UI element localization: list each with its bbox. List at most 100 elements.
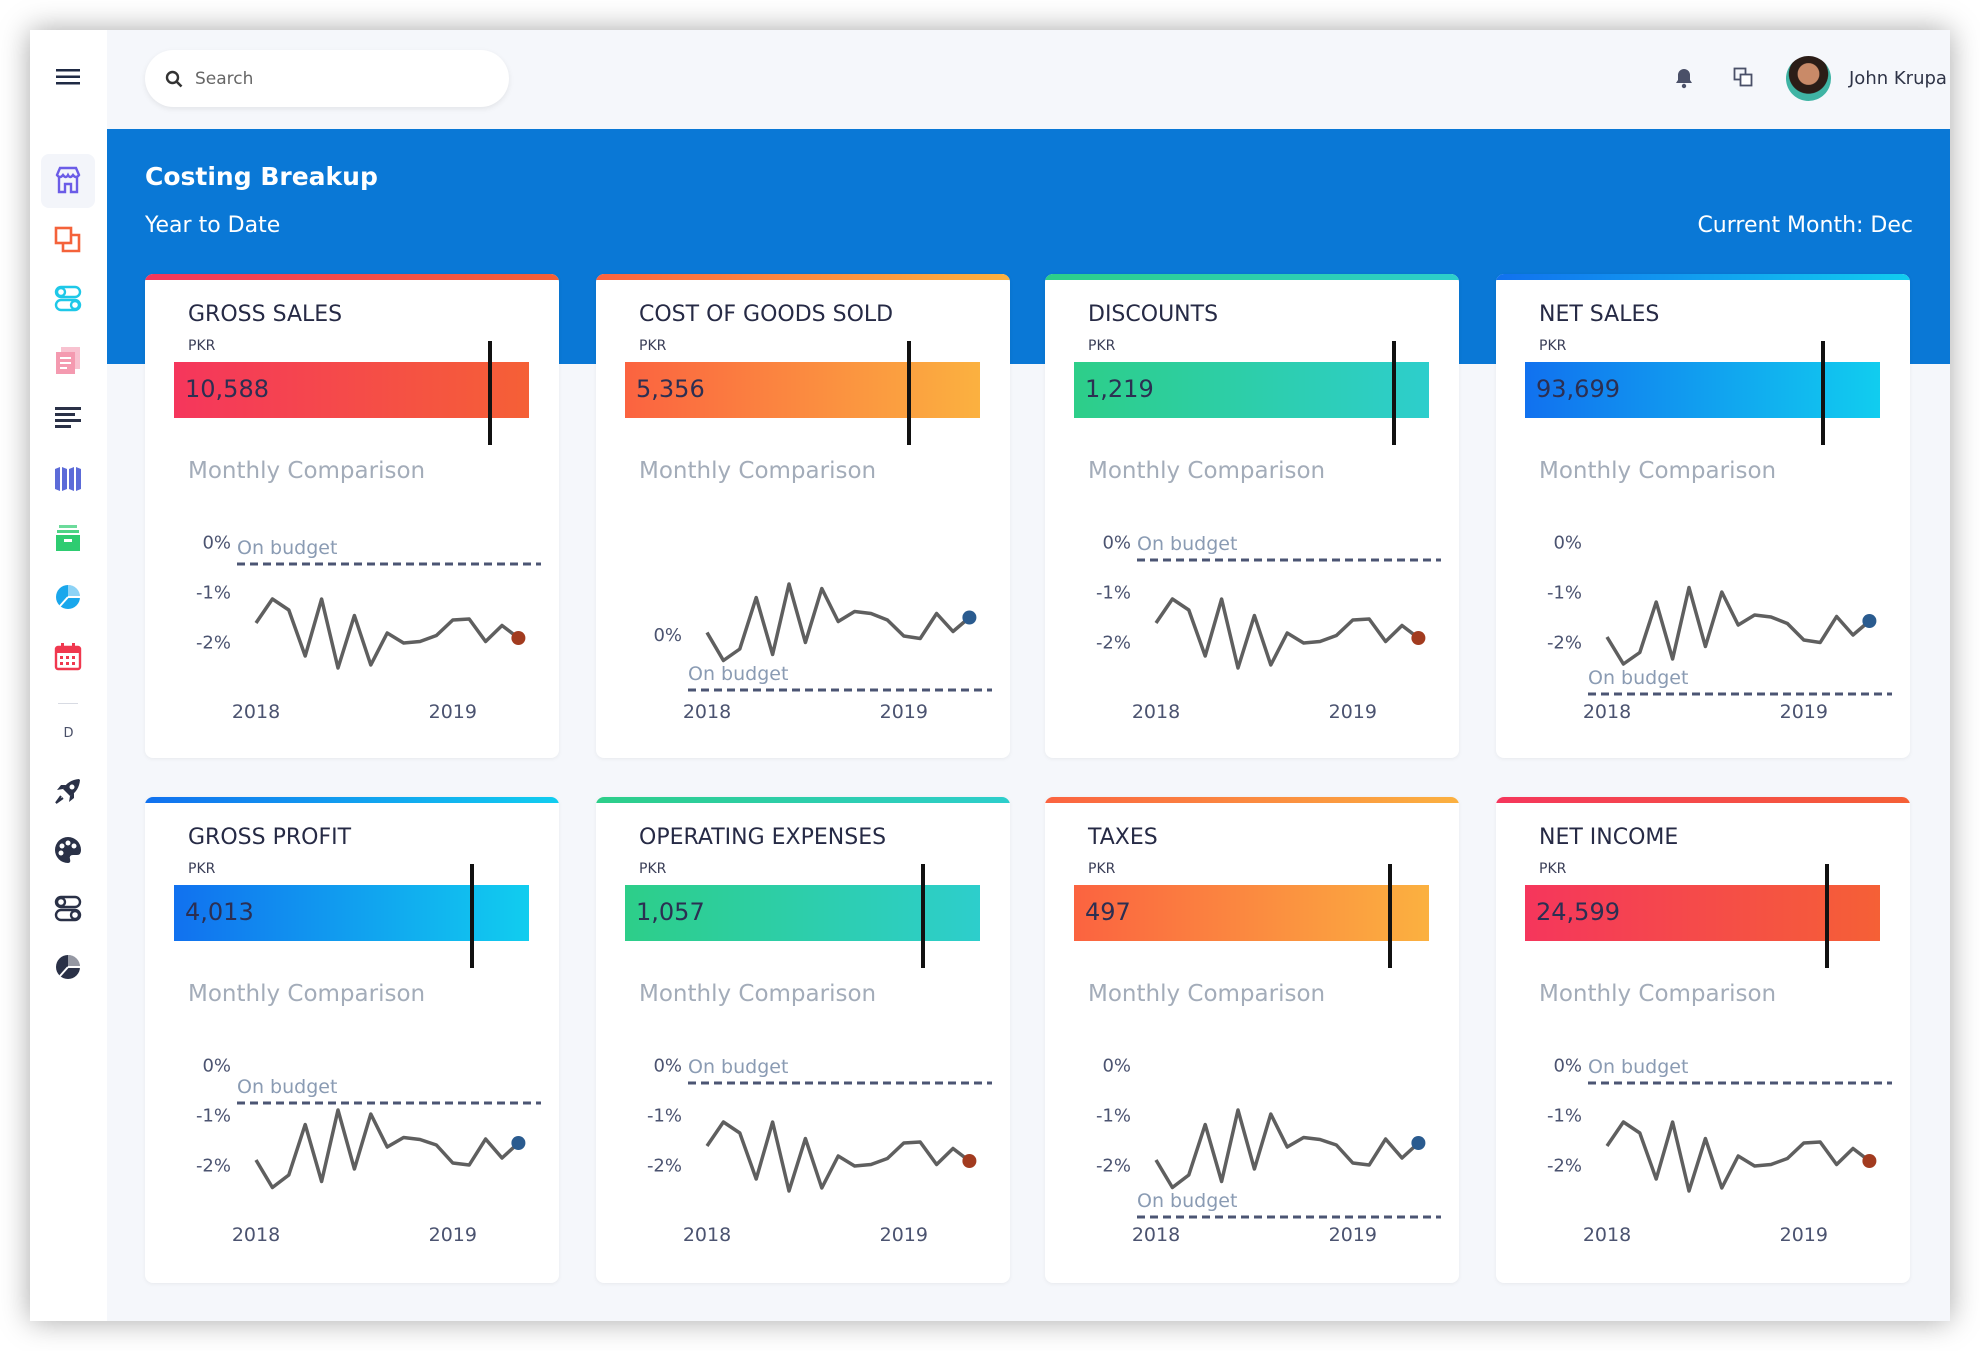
palette-icon [55, 837, 81, 863]
target-marker [470, 864, 475, 968]
card-accent-bar [145, 274, 559, 280]
sidebar-item-calendar[interactable] [41, 630, 95, 684]
card-net-sales: NET SALES PKR 93,699 Monthly Comparison 0… [1496, 274, 1910, 758]
last-point-marker [1862, 1154, 1877, 1168]
card-value: 497 [1085, 898, 1131, 926]
pie-chart-icon [56, 955, 80, 979]
currency-label: PKR [188, 861, 216, 877]
x-tick-label: 2019 [1780, 1224, 1828, 1246]
card-gross-sales: GROSS SALES PKR 10,588 Monthly Compariso… [145, 274, 559, 758]
search-box[interactable] [145, 50, 509, 107]
sidebar-item-toggles[interactable] [41, 882, 95, 936]
x-tick-label: 2019 [1329, 1224, 1377, 1246]
section-label: Monthly Comparison [639, 458, 877, 484]
section-label: Monthly Comparison [1539, 458, 1777, 484]
sidebar-item-store[interactable] [41, 154, 95, 208]
bell-icon[interactable] [1674, 67, 1694, 89]
currency-label: PKR [639, 338, 667, 354]
x-tick-label: 2018 [232, 1224, 280, 1246]
y-tick-label: -1% [647, 1106, 682, 1127]
budget-reference-label: On budget [1588, 667, 1688, 689]
currency-label: PKR [639, 861, 667, 877]
y-tick-label: 0% [1553, 533, 1582, 554]
currency-label: PKR [1088, 338, 1116, 354]
y-tick-label: 0% [202, 1056, 231, 1077]
toggles-icon [54, 285, 82, 312]
current-month: Current Month: Dec [1697, 213, 1913, 238]
sparkline-chart: 0% -1% -2% On budget 2018 2019 [647, 1056, 992, 1246]
sidebar-item-align-left[interactable] [41, 391, 95, 445]
archive-icon [56, 525, 80, 551]
last-point-marker [1411, 631, 1426, 645]
target-marker [907, 341, 911, 445]
sparkline-chart: 0% -1% -2% On budget 2018 2019 [196, 533, 541, 723]
x-tick-label: 2018 [1132, 1224, 1180, 1246]
card-title: OPERATING EXPENSES [639, 825, 887, 850]
sidebar-item-palette[interactable] [41, 823, 95, 877]
sidebar-item-rocket[interactable] [41, 764, 95, 818]
copy-icon [54, 226, 81, 253]
card-title: DISCOUNTS [1088, 302, 1219, 327]
toggles-icon [54, 895, 82, 922]
y-tick-label: 0% [1553, 1056, 1582, 1077]
value-bar: 5,356 [625, 362, 980, 418]
x-tick-label: 2018 [683, 701, 731, 723]
y-tick-label: -2% [1096, 633, 1131, 654]
x-tick-label: 2018 [1583, 701, 1631, 723]
avatar[interactable] [1786, 56, 1831, 101]
document-icon [56, 347, 80, 374]
card-value: 10,588 [185, 375, 269, 403]
card-title: TAXES [1088, 825, 1158, 850]
sidebar: D [30, 30, 107, 1321]
user-name[interactable]: John Krupa [1849, 68, 1947, 89]
card-value: 4,013 [185, 898, 254, 926]
section-label: Monthly Comparison [1088, 981, 1326, 1007]
y-tick-label: -1% [196, 1106, 231, 1127]
value-bar: 10,588 [174, 362, 529, 418]
x-tick-label: 2019 [429, 1224, 477, 1246]
last-point-marker [1862, 614, 1877, 628]
x-tick-label: 2018 [232, 701, 280, 723]
series-line [254, 597, 520, 670]
y-tick-label: -2% [1547, 1156, 1582, 1177]
columns-icon [55, 467, 81, 491]
currency-label: PKR [188, 338, 216, 354]
card-discounts: DISCOUNTS PKR 1,219 Monthly Comparison 0%… [1045, 274, 1459, 758]
card-operating-expenses: OPERATING EXPENSES PKR 1,057 Monthly Com… [596, 797, 1010, 1283]
section-label: Monthly Comparison [188, 981, 426, 1007]
card-cost-of-goods-sold: COST OF GOODS SOLD PKR 5,356 Monthly Com… [596, 274, 1010, 758]
sidebar-item-pie-chart[interactable] [41, 570, 95, 624]
sidebar-item-columns[interactable] [41, 452, 95, 506]
sidebar-item-toggles[interactable] [41, 272, 95, 326]
series-line [1605, 1120, 1871, 1193]
y-tick-label: -1% [1096, 583, 1131, 604]
budget-reference-label: On budget [1137, 1190, 1237, 1212]
card-accent-bar [145, 797, 559, 803]
y-tick-label: 0% [653, 625, 682, 646]
rocket-icon [55, 779, 80, 804]
value-bar: 93,699 [1525, 362, 1880, 418]
align-left-icon [55, 407, 81, 428]
search-input[interactable] [195, 68, 475, 89]
sidebar-item-document[interactable] [41, 333, 95, 387]
last-point-marker [1411, 1136, 1426, 1150]
sidebar-item-archive[interactable] [41, 511, 95, 565]
budget-reference-label: On budget [237, 537, 337, 559]
last-point-marker [511, 631, 526, 645]
copy-icon[interactable] [1733, 67, 1753, 87]
sidebar-item-pie-chart[interactable] [41, 940, 95, 994]
y-tick-label: -1% [1547, 583, 1582, 604]
y-tick-label: -1% [196, 583, 231, 604]
x-tick-label: 2019 [1329, 701, 1377, 723]
sidebar-divider [58, 703, 78, 704]
section-label: Monthly Comparison [188, 458, 426, 484]
y-tick-label: -2% [647, 1156, 682, 1177]
target-marker [1387, 864, 1392, 968]
target-marker [1824, 864, 1829, 968]
sidebar-item-copy[interactable] [41, 213, 95, 267]
menu-toggle-button[interactable] [41, 50, 95, 104]
currency-label: PKR [1088, 861, 1116, 877]
currency-label: PKR [1539, 861, 1567, 877]
y-tick-label: -2% [196, 633, 231, 654]
card-accent-bar [1496, 274, 1910, 280]
